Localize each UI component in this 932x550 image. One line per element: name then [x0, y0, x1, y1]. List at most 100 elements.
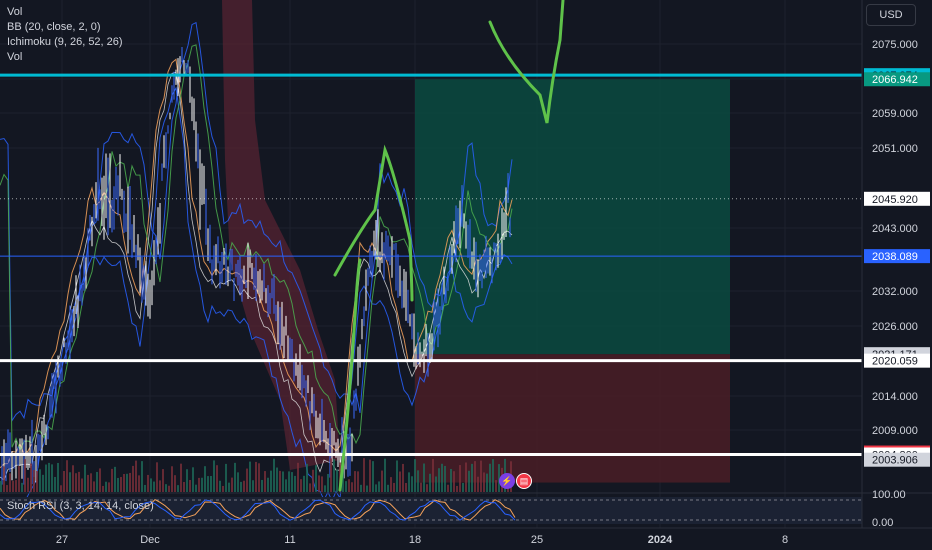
- volume-bar: [261, 479, 263, 492]
- volume-bar: [228, 482, 230, 492]
- volume-bar: [450, 468, 452, 492]
- volume-bar: [366, 485, 368, 492]
- volume-bar: [96, 471, 98, 492]
- volume-bar: [33, 470, 35, 492]
- volume-bar: [456, 485, 458, 492]
- volume-bar: [471, 463, 473, 492]
- volume-bar: [351, 482, 353, 492]
- volume-bar: [441, 463, 443, 492]
- price-chart[interactable]: 2075.0002067.0002059.0002051.0002043.000…: [0, 0, 932, 550]
- volume-bar: [270, 470, 272, 492]
- volume-bar: [312, 469, 314, 492]
- volume-bar: [399, 471, 401, 492]
- volume-bar: [201, 477, 203, 492]
- volume-bar: [432, 458, 434, 492]
- volume-bar: [120, 477, 122, 492]
- volume-bar: [171, 466, 173, 492]
- volume-bar: [480, 460, 482, 492]
- volume-bar: [381, 470, 383, 492]
- legend-item-bb[interactable]: BB (20, close, 2, 0): [7, 20, 123, 35]
- volume-bar: [255, 461, 257, 492]
- volume-bar: [195, 484, 197, 492]
- volume-bar: [372, 461, 374, 492]
- volume-bar: [252, 480, 254, 492]
- volume-bar: [240, 481, 242, 492]
- volume-bar: [363, 458, 365, 492]
- volume-bar: [402, 463, 404, 492]
- volume-bar: [153, 481, 155, 492]
- volume-bar: [297, 462, 299, 492]
- price-label-last-price: 2045.920: [872, 194, 918, 206]
- volume-bar: [72, 465, 74, 492]
- volume-bar: [357, 471, 359, 492]
- volume-bar: [198, 477, 200, 492]
- volume-bar: [486, 473, 488, 492]
- volume-bar: [231, 477, 233, 492]
- volume-bar: [282, 471, 284, 492]
- stoch-rsi-label[interactable]: Stoch RSI (3, 3, 14, 14, close): [7, 500, 154, 512]
- volume-bar: [234, 462, 236, 492]
- price-label-target: 2066.942: [872, 74, 918, 86]
- volume-bar: [102, 485, 104, 492]
- volume-bar: [408, 472, 410, 492]
- volume-bar: [327, 473, 329, 492]
- volume-bar: [81, 478, 83, 492]
- chart-window: 2075.0002067.0002059.0002051.0002043.000…: [0, 0, 932, 550]
- volume-bar: [138, 475, 140, 492]
- volume-bar: [417, 470, 419, 492]
- volume-bar: [45, 464, 47, 492]
- volume-bar: [186, 469, 188, 492]
- volume-bar: [207, 476, 209, 492]
- volume-bar: [318, 475, 320, 492]
- volume-bar: [108, 482, 110, 492]
- volume-bar: [117, 477, 119, 492]
- price-tick-label: 2009.000: [872, 425, 918, 437]
- volume-bar: [288, 471, 290, 492]
- volume-bar: [330, 458, 332, 492]
- indicator-legend: Vol BB (20, close, 2, 0) Ichimoku (9, 26…: [7, 5, 123, 65]
- legend-item-ichimoku[interactable]: Ichimoku (9, 26, 52, 26): [7, 35, 123, 50]
- volume-bar: [345, 481, 347, 492]
- volume-bar: [165, 484, 167, 492]
- volume-bar: [129, 472, 131, 492]
- us-flag-icon[interactable]: ▤: [516, 473, 532, 489]
- volume-bar: [60, 485, 62, 492]
- price-tick-label: 2059.000: [872, 108, 918, 120]
- volume-bar: [21, 482, 23, 492]
- volume-bar: [354, 471, 356, 492]
- volume-bar: [15, 479, 17, 492]
- volume-bar: [426, 484, 428, 492]
- volume-bar: [51, 464, 53, 492]
- volume-bar: [216, 465, 218, 492]
- stoch-tick-label: 0.00: [872, 517, 893, 529]
- volume-bar: [291, 472, 293, 492]
- volume-bar: [93, 481, 95, 492]
- volume-bar: [192, 467, 194, 492]
- legend-item-vol-2[interactable]: Vol: [7, 50, 123, 65]
- currency-button[interactable]: USD: [866, 4, 916, 26]
- price-tick-label: 2032.000: [872, 286, 918, 298]
- price-tick-label: 2026.000: [872, 321, 918, 333]
- volume-bar: [462, 482, 464, 492]
- volume-bar: [174, 475, 176, 492]
- volume-bar: [321, 476, 323, 492]
- volume-bar: [126, 473, 128, 492]
- volume-bar: [57, 462, 59, 492]
- volume-bar: [435, 476, 437, 492]
- volume-bar: [63, 470, 65, 492]
- volume-bar: [249, 461, 251, 492]
- volume-bar: [348, 479, 350, 492]
- price-tick-label: 2043.000: [872, 223, 918, 235]
- volume-bar: [294, 475, 296, 492]
- volume-bar: [444, 465, 446, 492]
- lightning-icon[interactable]: ⚡: [499, 473, 515, 489]
- volume-bar: [429, 473, 431, 492]
- volume-bar: [360, 484, 362, 492]
- loss-zone: [415, 354, 730, 483]
- volume-bar: [414, 459, 416, 492]
- volume-bar: [474, 461, 476, 492]
- volume-bar: [30, 463, 32, 492]
- volume-bar: [177, 485, 179, 492]
- volume-bar: [90, 473, 92, 492]
- legend-item-vol[interactable]: Vol: [7, 5, 123, 20]
